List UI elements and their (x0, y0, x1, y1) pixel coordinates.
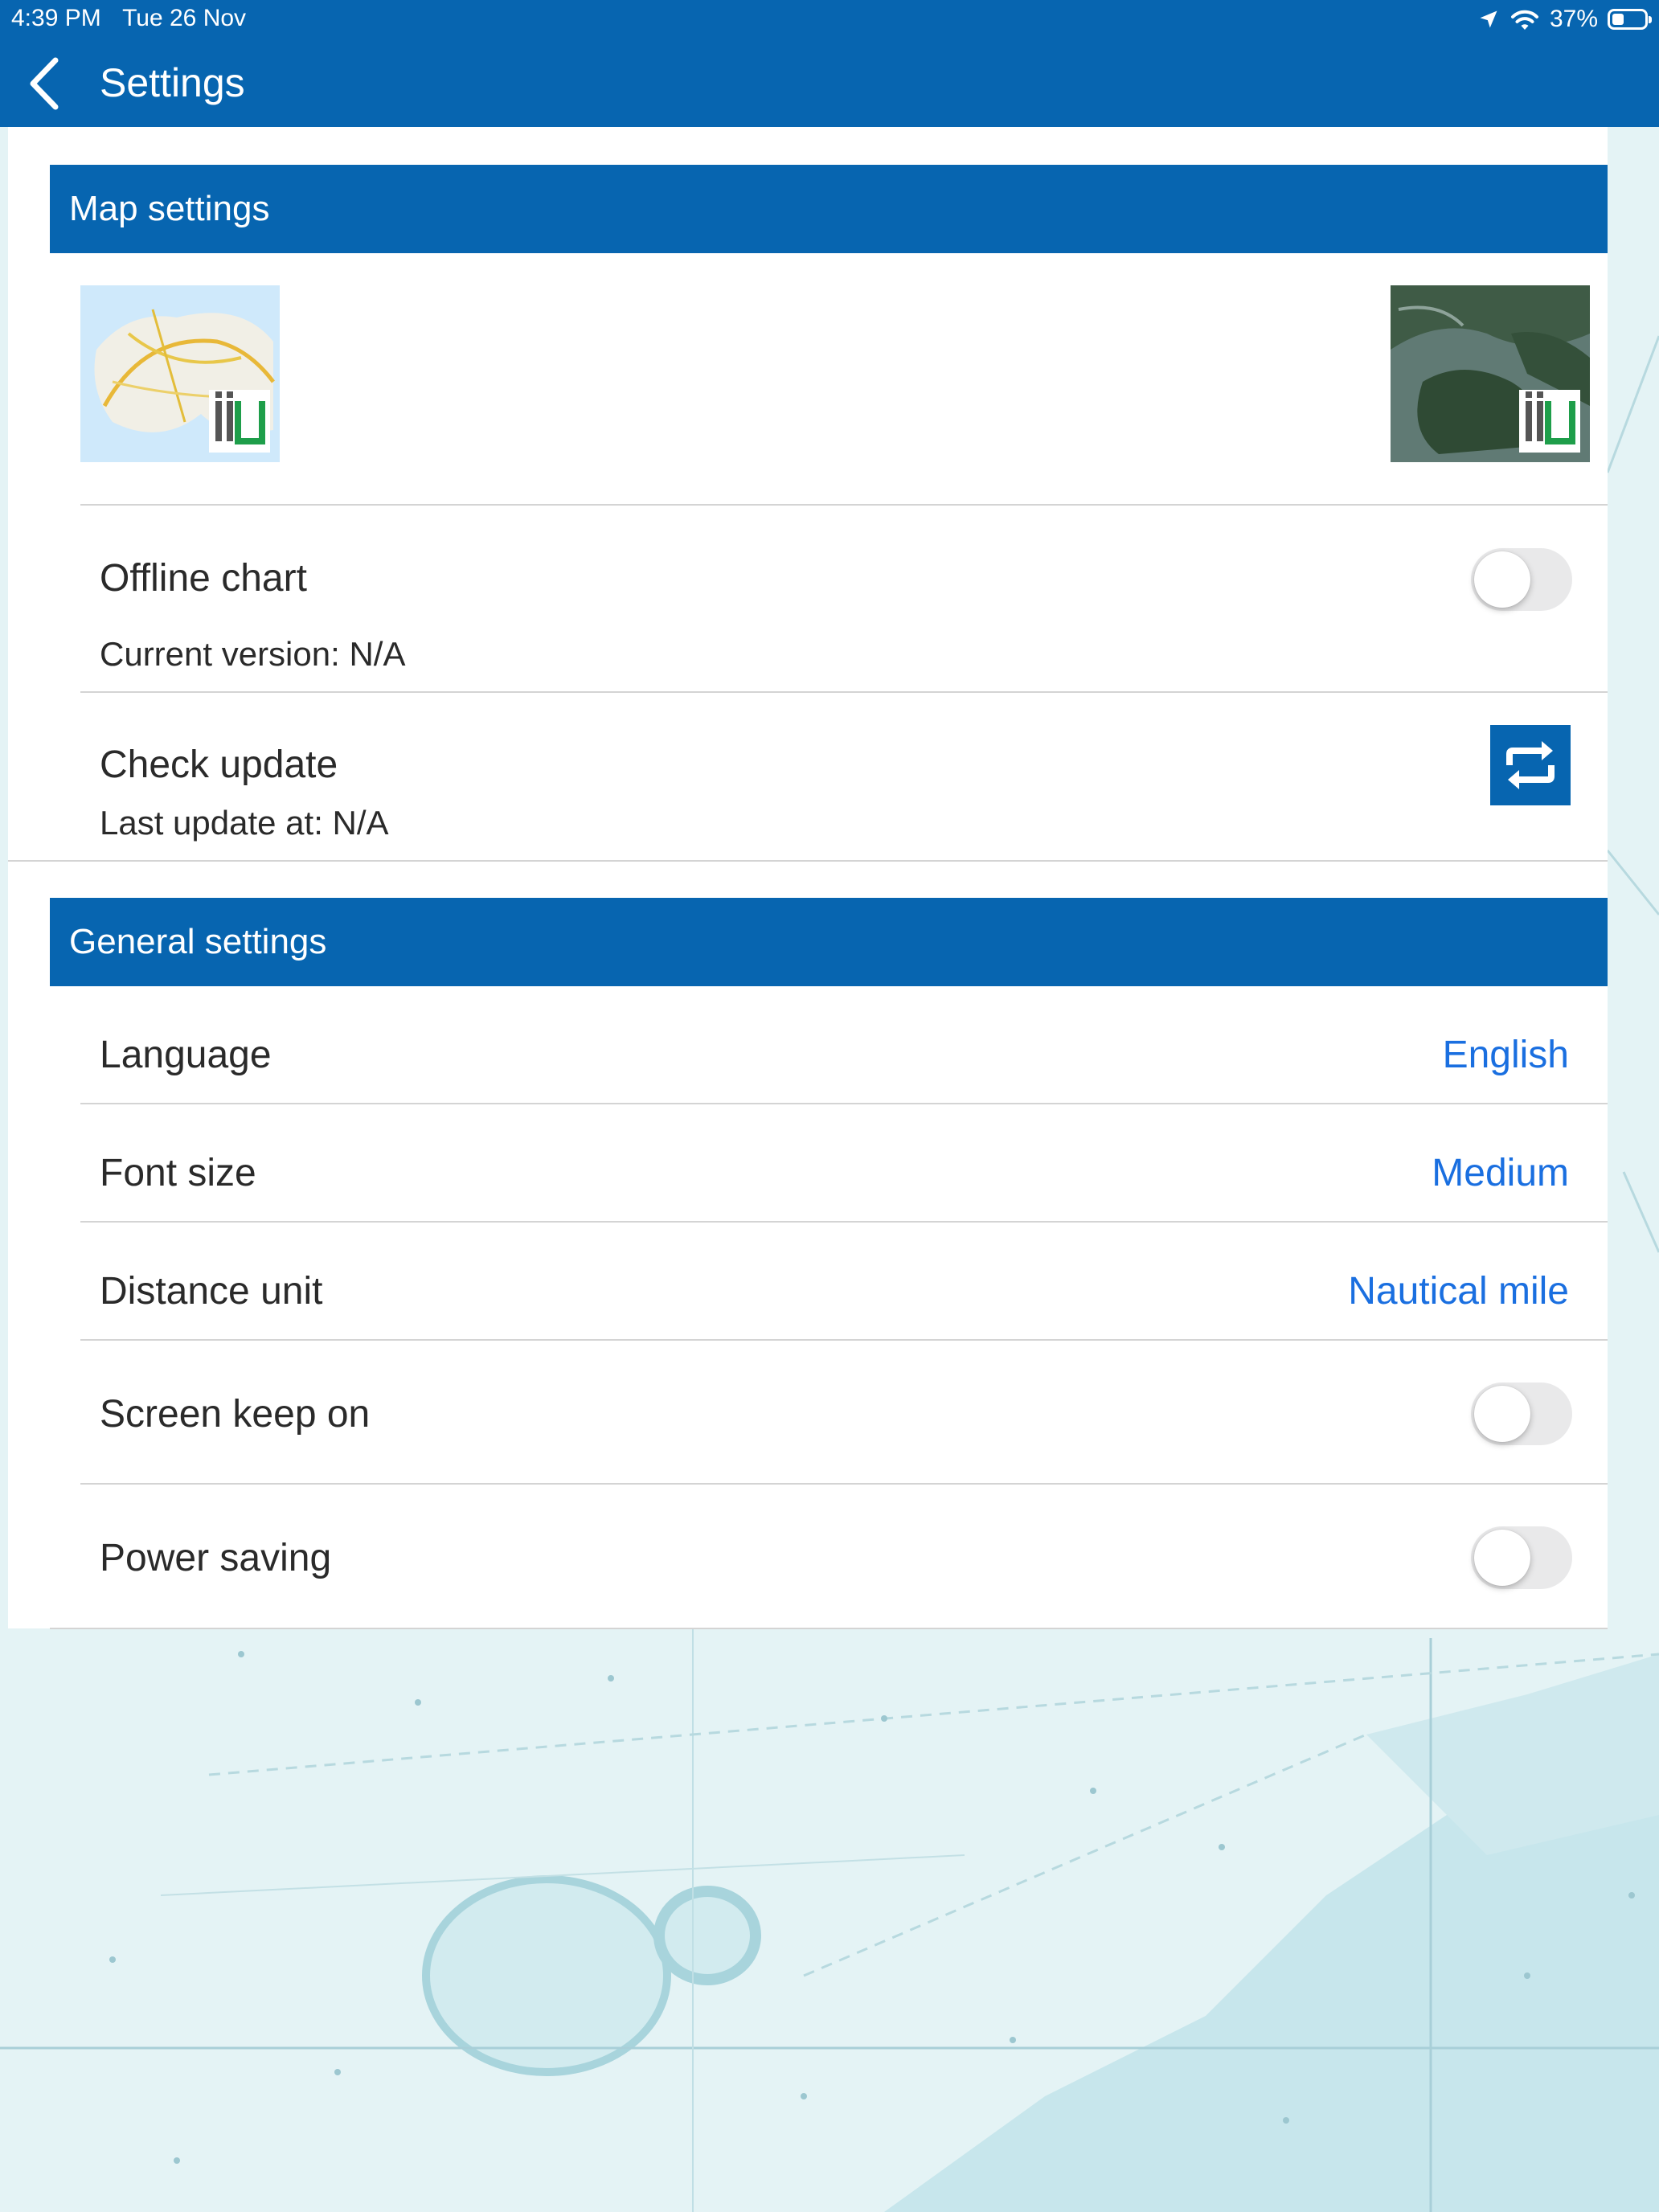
power-saving-toggle[interactable] (1471, 1526, 1572, 1589)
status-date: Tue 26 Nov (122, 5, 247, 31)
status-bar-time-date: 4:39 PM Tue 26 Nov (11, 5, 246, 32)
divider (80, 1221, 1608, 1223)
current-version-text: Current version: N/A (100, 635, 406, 673)
toggle-knob (1474, 1530, 1530, 1586)
wifi-icon (1510, 10, 1538, 30)
battery-icon (1608, 9, 1652, 30)
power-saving-label: Power saving (100, 1537, 332, 1579)
font-size-label: Font size (100, 1152, 256, 1194)
divider (80, 1339, 1608, 1341)
status-time: 4:39 PM (11, 5, 101, 31)
page-title: Settings (100, 60, 245, 105)
screen-keep-on-toggle[interactable] (1471, 1382, 1572, 1445)
divider (80, 1483, 1608, 1485)
battery-level (1612, 14, 1624, 25)
last-update-text: Last update at: N/A (100, 804, 389, 842)
distance-unit-label: Distance unit (100, 1270, 323, 1313)
map-settings-header: Map settings (50, 165, 1608, 253)
satellite-map-thumbnail[interactable] (1391, 285, 1590, 462)
language-label: Language (100, 1034, 272, 1076)
divider (50, 1628, 1608, 1629)
screen-keep-on-label: Screen keep on (100, 1393, 371, 1436)
language-value[interactable]: English (1443, 1033, 1569, 1077)
divider (80, 1103, 1608, 1104)
sync-icon (1506, 741, 1555, 789)
font-size-value[interactable]: Medium (1432, 1151, 1569, 1195)
status-bar-right: 37% (1477, 5, 1652, 34)
divider (8, 860, 1608, 862)
toggle-knob (1474, 551, 1530, 608)
check-update-label: Check update (100, 743, 338, 786)
satellite-map-image (1391, 285, 1590, 462)
street-map-image (80, 285, 280, 462)
toggle-knob (1474, 1386, 1530, 1442)
check-update-button[interactable] (1490, 725, 1571, 805)
divider (80, 691, 1608, 693)
general-settings-header: General settings (50, 898, 1608, 986)
offline-chart-toggle[interactable] (1471, 548, 1572, 611)
distance-unit-value[interactable]: Nautical mile (1348, 1269, 1569, 1313)
divider (80, 504, 1608, 506)
back-button[interactable] (16, 51, 72, 116)
offline-chart-label: Offline chart (100, 557, 307, 600)
street-map-thumbnail[interactable] (80, 285, 280, 462)
top-bar: 4:39 PM Tue 26 Nov 37% Settings (0, 0, 1659, 127)
location-arrow-icon (1480, 10, 1497, 28)
battery-percentage: 37% (1549, 6, 1598, 32)
chevron-left-icon (30, 57, 59, 110)
